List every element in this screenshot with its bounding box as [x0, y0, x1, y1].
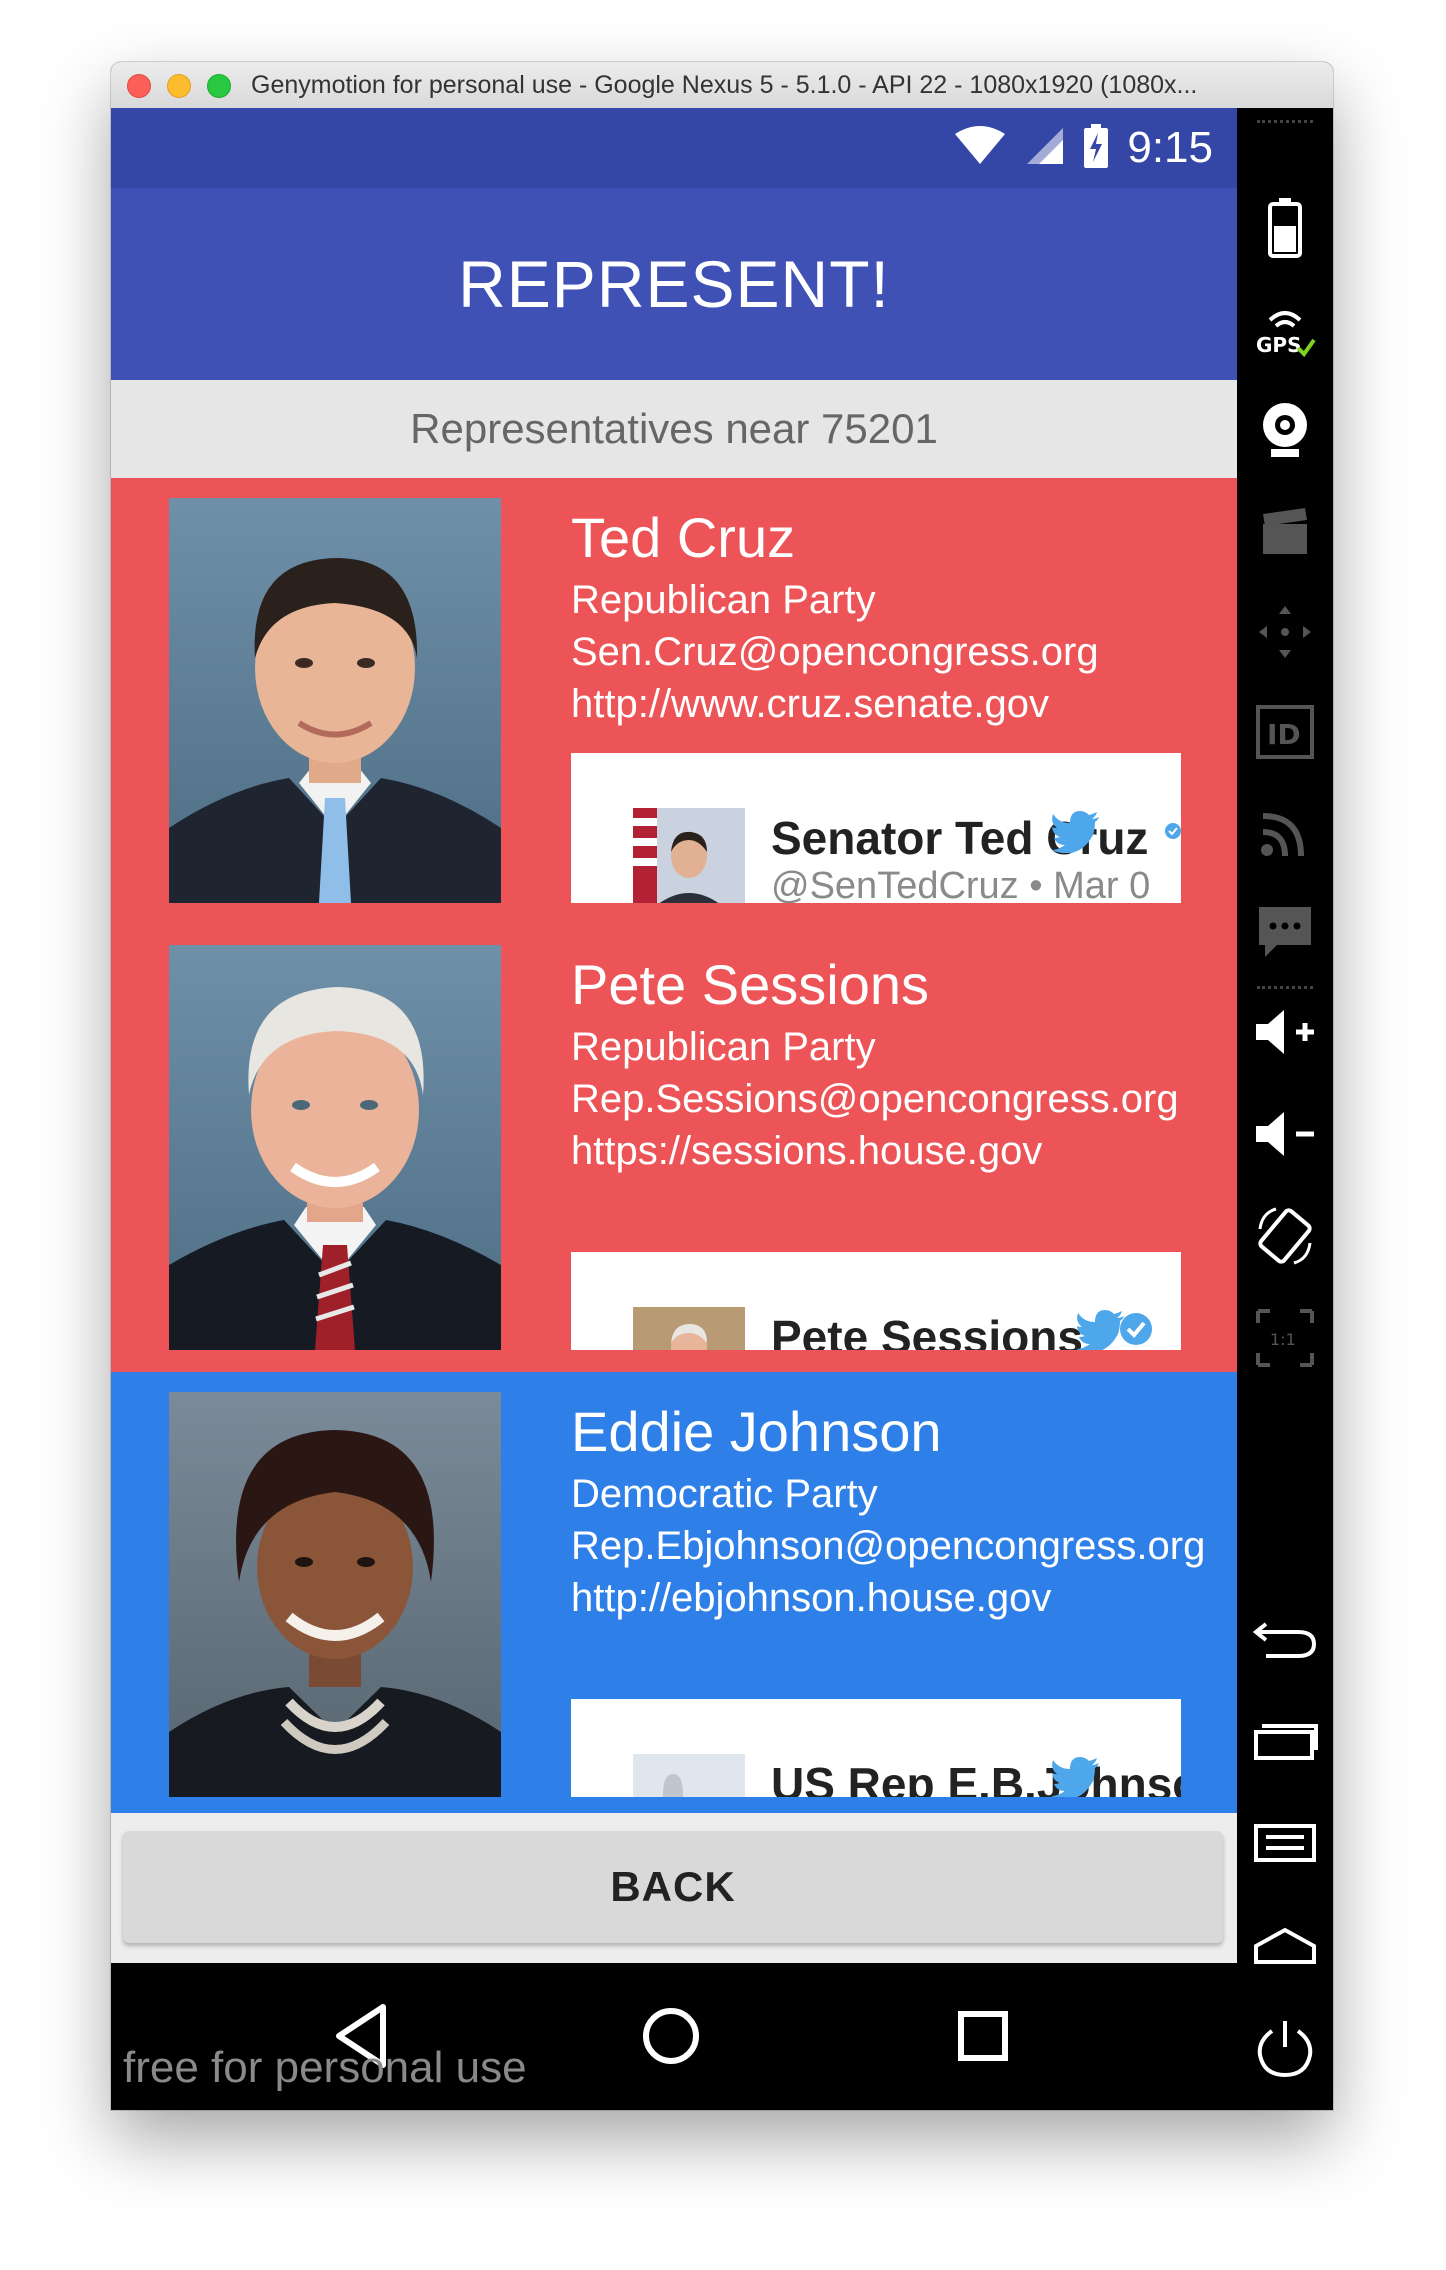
tweet-preview[interactable]: Senator Ted Cruz @SenTedCruz • Mar 0: [571, 753, 1181, 903]
representative-photo: [169, 1392, 501, 1797]
tweet-preview[interactable]: US Rep E.B.Johnson...: [571, 1699, 1181, 1797]
battery-icon[interactable]: [1245, 188, 1325, 268]
representative-email[interactable]: Rep.Sessions@opencongress.org: [571, 1073, 1211, 1125]
representative-name: Eddie Johnson: [571, 1400, 942, 1463]
representative-party: Republican Party: [571, 1025, 876, 1069]
home-icon[interactable]: [1245, 1904, 1325, 1984]
tweet-preview[interactable]: Pete Sessions: [571, 1252, 1181, 1350]
volume-up-icon[interactable]: [1245, 992, 1325, 1072]
status-bar: 9:15: [111, 108, 1237, 188]
emulator-toolbar: GPS ID 1:1: [1237, 108, 1333, 2110]
representatives-list[interactable]: Ted Cruz Republican Party Sen.Cruz@openc…: [111, 478, 1237, 1813]
back-button[interactable]: BACK: [123, 1831, 1223, 1943]
svg-text:GPS: GPS: [1256, 333, 1301, 357]
representative-website[interactable]: http://ebjohnson.house.gov: [571, 1572, 1211, 1624]
power-icon[interactable]: [1245, 2008, 1325, 2088]
tweet-author-name: US Rep E.B.Johnson...: [771, 1758, 1181, 1797]
app-bar: REPRESENT!: [111, 188, 1237, 380]
tweet-avatar: [633, 1754, 745, 1797]
representative-card[interactable]: Eddie Johnson Democratic Party Rep.Ebjoh…: [111, 1372, 1237, 1813]
back-button-container: BACK: [111, 1813, 1237, 1963]
representative-info: Ted Cruz Republican Party Sen.Cruz@openc…: [571, 506, 1211, 730]
representative-photo: [169, 945, 501, 1350]
window-title: Genymotion for personal use - Google Nex…: [251, 71, 1198, 99]
volume-down-icon[interactable]: [1245, 1094, 1325, 1174]
representative-name: Ted Cruz: [571, 506, 796, 569]
svg-text:1:1: 1:1: [1270, 1330, 1296, 1349]
tweet-avatar: [633, 808, 745, 903]
emulator-window: Genymotion for personal use - Google Nex…: [111, 62, 1333, 2110]
nav-home-icon[interactable]: [626, 1991, 716, 2081]
twitter-bird-icon: [1051, 811, 1101, 857]
subheader-text: Representatives near 75201: [410, 405, 938, 452]
representative-name: Pete Sessions: [571, 953, 929, 1016]
representative-party: Democratic Party: [571, 1472, 878, 1516]
tweet-author-handle: @SenTedCruz • Mar 0: [771, 865, 1151, 903]
representative-info: Eddie Johnson Democratic Party Rep.Ebjoh…: [571, 1400, 1211, 1624]
representative-info: Pete Sessions Republican Party Rep.Sessi…: [571, 953, 1211, 1177]
nav-recents-icon[interactable]: [938, 1991, 1028, 2081]
back-icon[interactable]: [1245, 1598, 1325, 1678]
verified-badge-icon: [1119, 1312, 1153, 1350]
dpad-icon[interactable]: [1245, 592, 1325, 672]
representative-website[interactable]: http://www.cruz.senate.gov: [571, 678, 1211, 730]
window-minimize-button[interactable]: [167, 74, 191, 98]
app-title: REPRESENT!: [458, 247, 890, 321]
menu-icon[interactable]: [1245, 1802, 1325, 1882]
video-capture-icon[interactable]: [1245, 492, 1325, 572]
verified-badge-icon: [1165, 823, 1181, 843]
gps-icon[interactable]: GPS: [1245, 290, 1325, 370]
twitter-bird-icon: [1051, 1757, 1101, 1797]
representative-email[interactable]: Rep.Ebjohnson@opencongress.org: [571, 1520, 1211, 1572]
sms-icon[interactable]: [1245, 892, 1325, 972]
network-icon[interactable]: [1245, 792, 1325, 872]
cell-signal-icon: [1025, 126, 1065, 170]
tweet-avatar: [633, 1307, 745, 1350]
rotate-icon[interactable]: [1245, 1196, 1325, 1276]
window-titlebar: Genymotion for personal use - Google Nex…: [111, 62, 1333, 109]
tweet-author-name: Pete Sessions: [771, 1311, 1083, 1350]
pixel-perfect-icon[interactable]: 1:1: [1245, 1298, 1325, 1378]
representative-card[interactable]: Pete Sessions Republican Party Rep.Sessi…: [111, 925, 1237, 1372]
window-maximize-button[interactable]: [207, 74, 231, 98]
battery-charging-icon: [1083, 124, 1109, 172]
window-close-button[interactable]: [127, 74, 151, 98]
location-subheader: Representatives near 75201: [111, 380, 1237, 480]
wifi-icon: [953, 126, 1007, 170]
representative-website[interactable]: https://sessions.house.gov: [571, 1125, 1211, 1177]
watermark-text: free for personal use: [123, 2043, 527, 2092]
representative-card[interactable]: Ted Cruz Republican Party Sen.Cruz@openc…: [111, 478, 1237, 925]
status-clock: 9:15: [1127, 123, 1213, 172]
phone-screen: 9:15 REPRESENT! Representatives near 752…: [111, 108, 1237, 2110]
webcam-icon[interactable]: [1245, 390, 1325, 470]
android-nav-bar: free for personal use: [111, 1963, 1237, 2110]
svg-text:ID: ID: [1267, 718, 1301, 751]
device-id-icon[interactable]: ID: [1245, 692, 1325, 772]
representative-party: Republican Party: [571, 578, 876, 622]
representative-email[interactable]: Sen.Cruz@opencongress.org: [571, 626, 1211, 678]
recent-apps-icon[interactable]: [1245, 1700, 1325, 1780]
representative-photo: [169, 498, 501, 903]
